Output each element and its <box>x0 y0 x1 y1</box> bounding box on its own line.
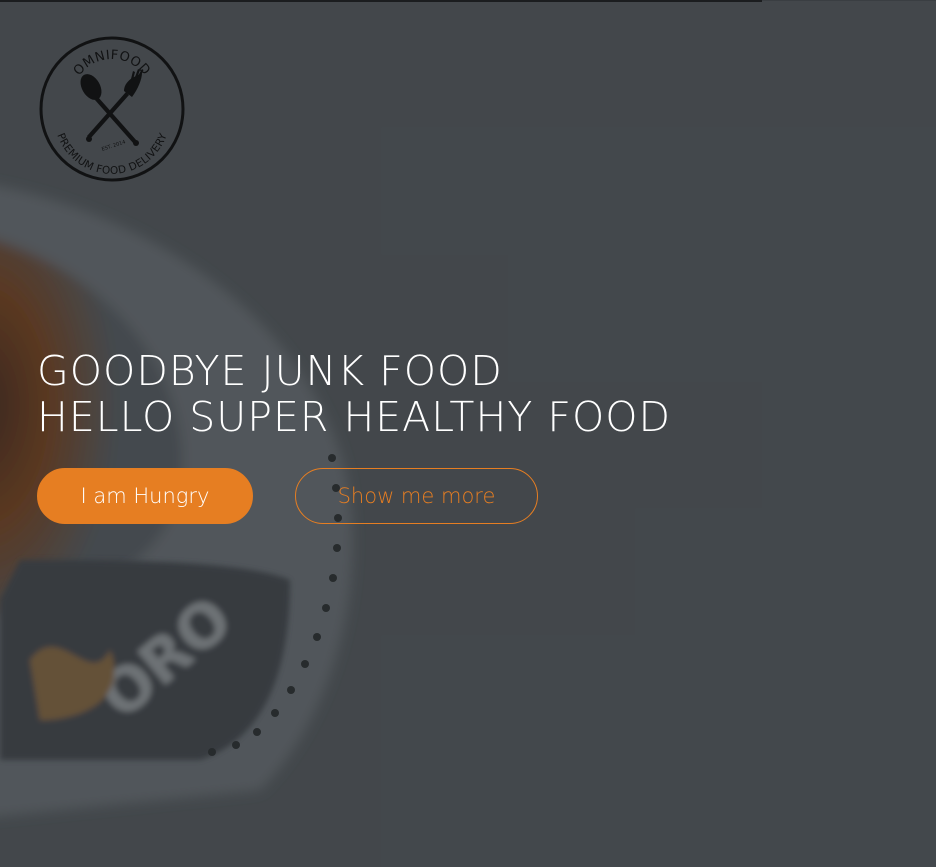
headline-line-2: HELLO SUPER HEALTHY FOOD <box>37 393 672 441</box>
svg-text:PREMIUM FOOD DELIVERY: PREMIUM FOOD DELIVERY <box>54 131 169 177</box>
logo[interactable]: OMNIFOOD PREMIUM FOOD DELIVERY EST. 2014 <box>38 35 186 183</box>
logo-tagline-text: PREMIUM FOOD DELIVERY <box>54 131 169 177</box>
hero-headline: GOODBYE JUNK FOOD HELLO SUPER HEALTHY FO… <box>37 348 671 440</box>
show-me-more-button[interactable]: Show me more <box>295 468 538 524</box>
headline-line-1: GOODBYE JUNK FOOD <box>37 347 503 395</box>
logo-est-text: EST. 2014 <box>101 139 126 152</box>
hero-section: ORO OMNIFOOD PREMIUM FOOD DELIVERY EST. … <box>0 0 936 867</box>
top-border <box>0 0 762 2</box>
i-am-hungry-button[interactable]: I am Hungry <box>37 468 253 524</box>
spoon-icon <box>80 74 137 144</box>
top-border-faint <box>762 0 936 1</box>
omnifood-logo-icon: OMNIFOOD PREMIUM FOOD DELIVERY EST. 2014 <box>39 36 185 182</box>
